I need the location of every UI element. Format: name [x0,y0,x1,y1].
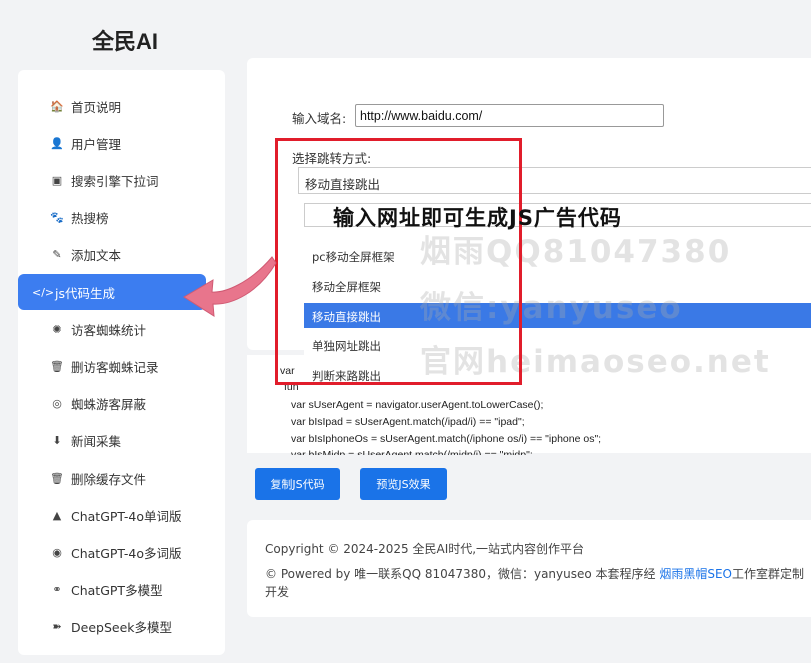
copyright-text: Copyright © 2024-2025 全民AI时代,一站式内容创作平台 [265,542,585,556]
database-icon: ▣ [51,173,63,187]
sidebar-item-label: ChatGPT-4o多词版 [71,545,182,561]
deepseek-icon: ➽ [52,619,62,633]
sidebar-item[interactable]: ◉ ChatGPT-4o多词版 [18,534,207,570]
sidebar-item-label: 蜘蛛游客屏蔽 [71,396,147,412]
code-line: var sUserAgent = navigator.userAgent.toL… [291,399,544,411]
sidebar-item-label: 删访客蜘蛛记录 [71,359,159,375]
sidebar-item-label: 新闻采集 [71,433,122,449]
sidebar-item-label: 添加文本 [71,247,122,263]
sidebar-item[interactable]: 👤 用户管理 [18,125,207,161]
sidebar-item[interactable]: ✺ 访客蜘蛛统计 [18,311,207,347]
sidebar-item-label: 搜索引擎下拉词 [71,173,159,189]
powered-by-text-line2: 开发 [265,585,290,599]
sidebar-item-label: ChatGPT-4o单词版 [71,508,182,524]
sidebar-item-label: 热搜榜 [71,210,109,226]
domain-input[interactable] [355,104,664,127]
sidebar-item-label: 用户管理 [71,136,122,152]
trash-icon: 🗑 [50,359,64,373]
copy-js-button[interactable]: 复制JS代码 [255,468,340,500]
code-line: var bIsIphoneOs = sUserAgent.match(/ipho… [291,433,602,445]
sidebar-item[interactable]: </> js代码生成 [18,274,206,310]
sidebar-item[interactable]: ✎ 添加文本 [18,236,207,272]
sidebar-item[interactable]: ➽ DeepSeek多模型 [18,608,207,644]
powered-by-text: © Powered by 唯一联系QQ 81047380，微信：yanyuseo… [265,565,804,582]
user-manage-icon: 👤 [50,136,64,150]
sidebar-item-label: DeepSeek多模型 [71,619,172,635]
download-icon: ⬇ [52,433,62,447]
sidebar-item-label: ChatGPT多模型 [71,582,163,598]
sidebar-item[interactable]: 🗑 删除缓存文件 [18,460,207,496]
sidebar-item[interactable]: ▣ 搜索引擎下拉词 [18,162,207,198]
sidebar-item[interactable]: ▲ ChatGPT-4o单词版 [18,497,207,533]
sidebar-item[interactable]: 🐾 热搜榜 [18,199,207,235]
sidebar-item[interactable]: ◎ 蜘蛛游客屏蔽 [18,385,207,421]
sitemap-icon: ⚭ [52,582,62,596]
pointer-arrow-icon [183,256,277,317]
code-icon: </> [32,285,55,299]
home-icon: 🏠 [50,99,64,113]
powered-prefix: © Powered by 唯一联系QQ 81047380，微信：yanyuseo… [265,567,660,581]
highlight-frame [275,138,522,385]
triangle-icon: ▲ [52,508,62,522]
code-line: var bIsIpad = sUserAgent.match(/ipad/i) … [291,416,525,428]
sidebar-item-label: 首页说明 [71,99,122,115]
spider-icon: ✺ [52,322,62,336]
domain-label: 输入域名: [292,111,347,126]
paw-icon: 🐾 [50,210,64,224]
powered-suffix: 工作室群定制 [732,567,805,581]
sidebar-item-label: js代码生成 [55,285,115,301]
trash-icon: 🗑 [50,471,64,485]
preview-js-button[interactable]: 预览JS效果 [360,468,447,500]
eye-off-icon: ◎ [52,396,62,410]
studio-link[interactable]: 烟雨黑帽SEO [659,567,732,581]
brand-logo: 全民AI [92,29,159,54]
edit-icon: ✎ [52,247,62,261]
sidebar-item[interactable]: 🗑 删访客蜘蛛记录 [18,348,207,384]
code-line: var bIsMidp = sUserAgent.match(/midp/i) … [291,449,533,455]
annotation-title: 输入网址即可生成JS广告代码 [333,206,622,230]
sidebar-item[interactable]: ⬇ 新闻采集 [18,422,207,458]
aperture-icon: ◉ [52,545,62,559]
sidebar-item[interactable]: 🏠 首页说明 [18,88,207,124]
sidebar-item-label: 访客蜘蛛统计 [71,322,147,338]
sidebar-item-label: 删除缓存文件 [71,471,147,487]
sidebar-item[interactable]: ⚭ ChatGPT多模型 [18,571,207,607]
